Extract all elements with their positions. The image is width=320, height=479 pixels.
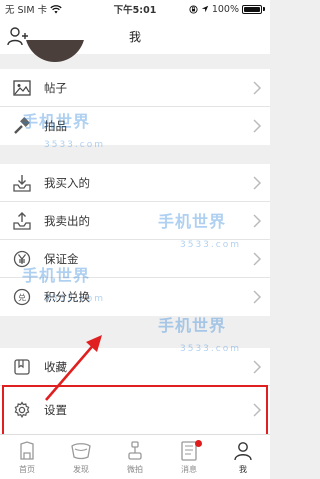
menu-item-label: 我卖出的 — [44, 213, 90, 228]
chevron-right-icon — [253, 360, 262, 374]
menu-item-points[interactable]: 兑 积分兑换 — [0, 278, 270, 316]
chevron-right-icon — [253, 81, 262, 95]
auction-icon — [128, 441, 142, 460]
lock-rotation-icon — [189, 4, 198, 14]
menu-item-bought[interactable]: 我买入的 — [0, 164, 270, 202]
download-tray-icon — [12, 173, 32, 193]
tab-label: 微拍 — [127, 465, 143, 474]
menu-item-label: 保证金 — [44, 251, 79, 266]
tab-label: 我 — [239, 465, 247, 474]
menu-item-sold[interactable]: 我卖出的 — [0, 202, 270, 240]
chevron-right-icon — [253, 119, 262, 133]
watermark-text: 手机世界 — [158, 316, 227, 335]
battery-icon — [242, 4, 265, 14]
upload-tray-icon — [12, 211, 32, 231]
settings-highlight-box — [2, 385, 268, 439]
tab-messages[interactable]: 消息 — [162, 435, 216, 479]
chevron-right-icon — [253, 290, 262, 304]
status-bar: 无 SIM 卡 下午5:01 100% — [0, 0, 270, 18]
chevron-right-icon — [253, 252, 262, 266]
menu-item-label: 帖子 — [44, 80, 67, 95]
menu-group-orders: 我买入的 我卖出的 保证金 兑 积分兑换 — [0, 164, 270, 316]
page-title: 我 — [128, 29, 141, 44]
tab-label: 首页 — [19, 465, 35, 474]
tab-bar: 首页 发现 微拍 消息 我 — [0, 434, 270, 479]
points-badge-icon: 兑 — [12, 287, 32, 307]
carrier-label: 无 SIM 卡 — [5, 5, 48, 16]
tab-label: 发现 — [73, 465, 89, 474]
notification-dot — [195, 440, 202, 447]
menu-group-content: 帖子 拍品 — [0, 69, 270, 145]
menu-item-label: 我买入的 — [44, 175, 90, 190]
tab-auction[interactable]: 微拍 — [108, 435, 162, 479]
chevron-right-icon — [253, 214, 262, 228]
chevron-right-icon — [253, 176, 262, 190]
battery-percent: 100% — [211, 3, 239, 15]
location-arrow-icon — [201, 5, 209, 13]
profile-icon — [234, 442, 252, 461]
menu-item-lots[interactable]: 拍品 — [0, 107, 270, 145]
yen-coin-icon — [12, 249, 32, 269]
gavel-icon — [12, 116, 32, 136]
avatar[interactable] — [25, 40, 85, 62]
tab-home[interactable]: 首页 — [0, 435, 54, 479]
home-icon — [20, 441, 34, 460]
menu-item-label: 拍品 — [44, 119, 67, 133]
tab-label: 消息 — [181, 465, 197, 474]
svg-text:兑: 兑 — [18, 293, 26, 303]
menu-item-deposit[interactable]: 保证金 — [0, 240, 270, 278]
image-icon — [12, 78, 32, 98]
tab-discover[interactable]: 发现 — [54, 435, 108, 479]
menu-item-label: 积分兑换 — [44, 290, 90, 304]
tab-me[interactable]: 我 — [216, 435, 270, 479]
menu-item-posts[interactable]: 帖子 — [0, 69, 270, 107]
favorites-icon — [12, 357, 32, 377]
discover-icon — [71, 443, 91, 460]
wifi-icon — [50, 4, 62, 13]
